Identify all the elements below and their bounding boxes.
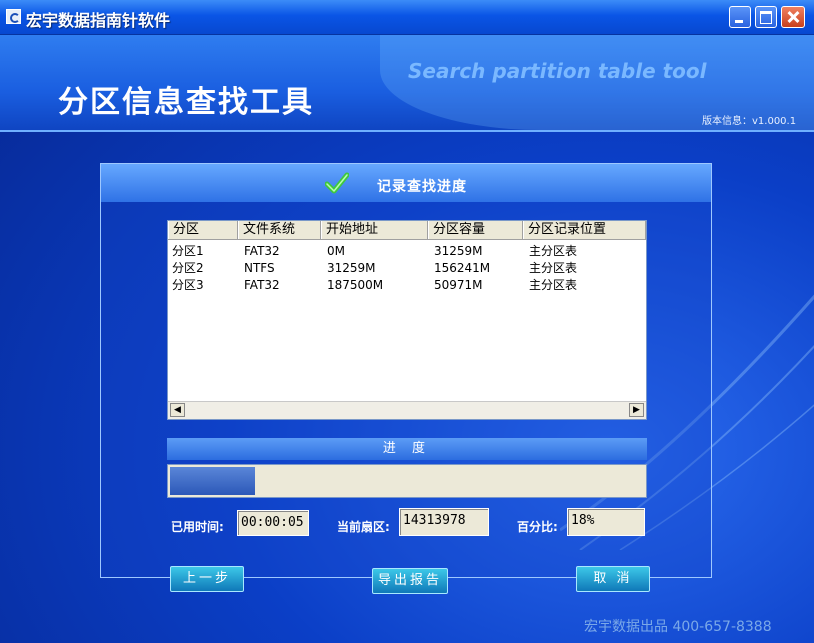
current-sector-field: 14313978 [399,508,489,536]
window-title: 宏宇数据指南针软件 [26,11,171,30]
percent-label: 百分比: [517,520,558,534]
check-icon [325,172,349,194]
cell-location: 主分区表 [529,261,578,275]
current-sector-label: 当前扇区: [337,520,390,534]
cell-size: 156241M [434,261,491,275]
table-row[interactable]: 分区2 NTFS 31259M 156241M 主分区表 [168,260,646,276]
maximize-icon[interactable] [755,6,777,28]
minimize-icon[interactable] [729,6,751,28]
column-header-size[interactable]: 分区容量 [428,221,523,239]
prev-step-button[interactable]: 上一步 [170,566,244,592]
scroll-left-icon[interactable]: ◀ [170,403,185,417]
cell-partition: 分区3 [172,278,204,292]
cell-filesystem: FAT32 [244,278,280,292]
cell-partition: 分区1 [172,244,204,258]
column-header-location[interactable]: 分区记录位置 [523,221,646,239]
column-header-start[interactable]: 开始地址 [321,221,428,239]
close-icon[interactable] [781,6,805,28]
progress-fill [170,467,255,495]
elapsed-time-field: 00:00:05 [237,510,309,536]
cell-location: 主分区表 [529,244,578,258]
cell-start: 0M [327,244,345,258]
panel-title: 记录查找进度 [377,179,467,195]
cancel-button[interactable]: 取 消 [576,566,650,592]
progress-label: 进 度 [167,438,647,460]
app-window: 宏宇数据指南针软件 分区信息查找工具 Search partition tabl… [0,0,814,643]
footer-credit: 宏宇数据出品 400-657-8388 [584,619,772,635]
export-report-button[interactable]: 导出报告 [372,568,448,594]
cell-location: 主分区表 [529,278,578,292]
column-header-filesystem[interactable]: 文件系统 [238,221,321,239]
scroll-right-icon[interactable]: ▶ [629,403,644,417]
progress-bar [167,464,647,498]
panel-header: 记录查找进度 [101,164,711,202]
cell-filesystem: NTFS [244,261,275,275]
title-bar[interactable]: 宏宇数据指南针软件 [0,0,814,35]
banner-title: 分区信息查找工具 [58,85,314,120]
table-row[interactable]: 分区3 FAT32 187500M 50971M 主分区表 [168,277,646,293]
elapsed-time-label: 已用时间: [171,520,224,534]
percent-field: 18% [567,508,645,536]
progress-panel: 记录查找进度 分区 文件系统 开始地址 分区容量 分区记录位置 分区1 FAT3… [100,163,712,578]
cell-partition: 分区2 [172,261,204,275]
header-banner: 分区信息查找工具 Search partition table tool 版本信… [0,35,814,132]
column-header-partition[interactable]: 分区 [168,221,238,239]
banner-subtitle: Search partition table tool [408,59,707,83]
cell-size: 31259M [434,244,483,258]
version-info: 版本信息：v1.000.1 [702,116,797,127]
table-row[interactable]: 分区1 FAT32 0M 31259M 主分区表 [168,243,646,259]
cell-filesystem: FAT32 [244,244,280,258]
app-icon [6,9,21,24]
cell-size: 50971M [434,278,483,292]
cell-start: 31259M [327,261,376,275]
horizontal-scrollbar[interactable]: ◀ ▶ [168,401,646,419]
table-header: 分区 文件系统 开始地址 分区容量 分区记录位置 [168,221,646,240]
partition-table[interactable]: 分区 文件系统 开始地址 分区容量 分区记录位置 分区1 FAT32 0M 31… [167,220,647,420]
cell-start: 187500M [327,278,384,292]
